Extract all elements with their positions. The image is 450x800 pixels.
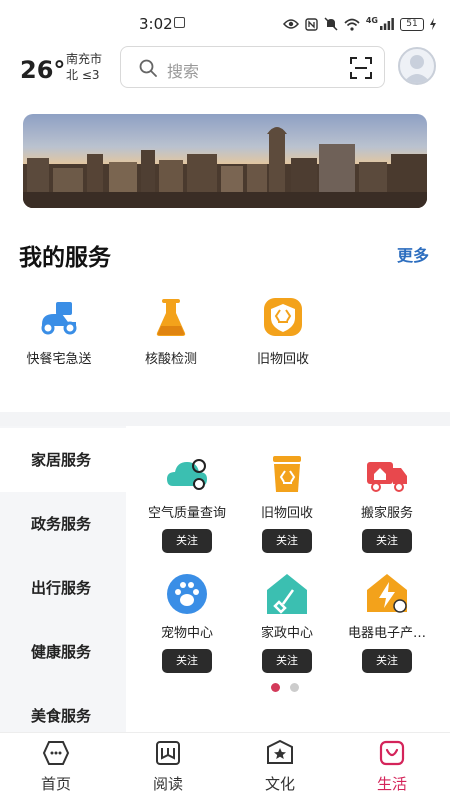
home-chat-icon bbox=[42, 739, 70, 767]
book-icon bbox=[154, 739, 182, 767]
pagination-dot[interactable] bbox=[290, 683, 299, 692]
grid-item-electronics[interactable]: 电器电子产… 关注 bbox=[337, 572, 437, 673]
weather-location[interactable]: 南充市 北 ≤3 bbox=[66, 51, 102, 83]
eye-icon bbox=[282, 19, 299, 29]
grid-item-pet-center[interactable]: 宠物中心 关注 bbox=[137, 572, 237, 673]
tab-reading[interactable]: 阅读 bbox=[133, 739, 203, 794]
avatar[interactable] bbox=[398, 47, 436, 85]
service-nucleic-test[interactable]: 核酸检测 bbox=[121, 296, 221, 367]
more-link[interactable]: 更多 bbox=[397, 242, 429, 266]
weather-city: 南充市 bbox=[66, 52, 103, 66]
flask-icon bbox=[150, 296, 192, 338]
tab-home[interactable]: 首页 bbox=[21, 739, 91, 794]
status-icons: 4G 51 bbox=[282, 15, 436, 33]
delivery-scooter-icon bbox=[38, 296, 80, 338]
category-health-services[interactable]: 健康服务 bbox=[0, 620, 126, 684]
grid-item-moving[interactable]: 搬家服务 关注 bbox=[337, 452, 437, 553]
network-type: 4G bbox=[365, 15, 378, 25]
tab-label: 生活 bbox=[376, 775, 407, 793]
service-name: 电器电子产… bbox=[347, 626, 426, 641]
service-label: 快餐宅急送 bbox=[26, 352, 92, 367]
recycle-bin-icon bbox=[265, 452, 309, 496]
mute-icon bbox=[324, 17, 338, 31]
weather-temperature[interactable]: 26° bbox=[20, 56, 65, 84]
grid-item-recycling[interactable]: 旧物回收 关注 bbox=[237, 452, 337, 553]
user-avatar-icon bbox=[403, 55, 431, 83]
follow-button[interactable]: 关注 bbox=[262, 649, 312, 673]
service-name: 家政中心 bbox=[260, 626, 313, 641]
service-name: 宠物中心 bbox=[160, 626, 213, 641]
nfc-icon bbox=[305, 17, 318, 31]
search-bar[interactable]: 搜索 bbox=[120, 46, 385, 88]
service-recycling[interactable]: 旧物回收 bbox=[233, 296, 333, 367]
category-label: 健康服务 bbox=[30, 643, 91, 661]
status-bar: 3:02 4G 51 bbox=[0, 0, 450, 40]
grid-item-housekeeping[interactable]: 家政中心 关注 bbox=[237, 572, 337, 673]
category-travel-services[interactable]: 出行服务 bbox=[0, 556, 126, 620]
service-label: 旧物回收 bbox=[256, 352, 309, 367]
bottom-navigation: 首页 阅读 文化 生活 bbox=[0, 732, 450, 800]
follow-button[interactable]: 关注 bbox=[362, 529, 412, 553]
screen-record-icon bbox=[174, 17, 185, 28]
housekeeping-icon bbox=[265, 572, 309, 616]
weather-wind: 北 ≤3 bbox=[66, 68, 100, 82]
life-bag-icon bbox=[378, 739, 406, 767]
scan-icon[interactable] bbox=[350, 57, 372, 79]
pagination-dot-active[interactable] bbox=[271, 683, 280, 692]
status-time: 3:02 bbox=[139, 15, 173, 33]
electric-house-icon bbox=[365, 572, 409, 616]
recycle-badge-icon bbox=[262, 296, 304, 338]
wifi-icon bbox=[344, 18, 360, 31]
search-input[interactable]: 搜索 bbox=[167, 58, 199, 82]
category-sidebar: 家居服务 政务服务 出行服务 健康服务 美食服务 bbox=[0, 426, 126, 732]
paw-icon bbox=[165, 572, 209, 616]
follow-button[interactable]: 关注 bbox=[262, 529, 312, 553]
tab-label: 文化 bbox=[264, 775, 295, 793]
grid-item-air-quality[interactable]: 空气质量查询 关注 bbox=[137, 452, 237, 553]
follow-button[interactable]: 关注 bbox=[162, 529, 212, 553]
city-skyline-illustration bbox=[23, 127, 427, 208]
tab-life[interactable]: 生活 bbox=[357, 739, 427, 794]
service-delivery[interactable]: 快餐宅急送 bbox=[9, 296, 109, 367]
charging-icon bbox=[430, 18, 436, 30]
category-label: 政务服务 bbox=[30, 515, 91, 533]
service-name: 空气质量查询 bbox=[147, 506, 226, 521]
tab-culture[interactable]: 文化 bbox=[245, 739, 315, 794]
header: 26° 南充市 北 ≤3 搜索 bbox=[0, 44, 450, 92]
category-label: 家居服务 bbox=[30, 451, 91, 469]
service-name: 搬家服务 bbox=[360, 506, 413, 521]
category-government-services[interactable]: 政务服务 bbox=[0, 492, 126, 556]
tab-label: 阅读 bbox=[152, 775, 183, 793]
follow-button[interactable]: 关注 bbox=[362, 649, 412, 673]
air-quality-icon bbox=[165, 452, 209, 496]
follow-button[interactable]: 关注 bbox=[162, 649, 212, 673]
moving-truck-icon bbox=[365, 452, 409, 496]
category-home-services[interactable]: 家居服务 bbox=[0, 428, 126, 492]
search-icon bbox=[139, 59, 157, 77]
section-divider bbox=[0, 412, 450, 426]
signal-icon bbox=[380, 18, 394, 30]
my-services-title: 我的服务 bbox=[19, 245, 111, 271]
category-label: 出行服务 bbox=[30, 579, 91, 597]
pagination-dots bbox=[271, 683, 299, 692]
service-label: 核酸检测 bbox=[144, 352, 197, 367]
city-banner-image[interactable] bbox=[23, 114, 427, 208]
battery-icon: 51 bbox=[400, 17, 424, 31]
culture-star-icon bbox=[266, 739, 294, 767]
service-name: 旧物回收 bbox=[260, 506, 313, 521]
tab-label: 首页 bbox=[40, 775, 71, 793]
